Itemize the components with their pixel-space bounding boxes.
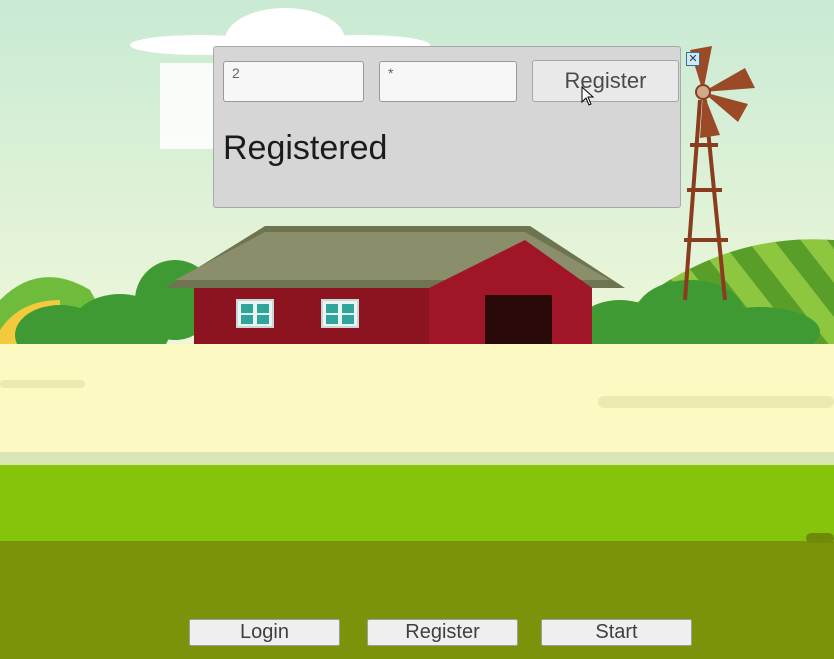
register-dialog: 2 * Register Registered xyxy=(213,46,681,208)
grass-strip xyxy=(0,465,834,542)
barn-door xyxy=(485,295,552,346)
mouse-pointer-icon xyxy=(581,86,595,106)
username-field[interactable]: 2 xyxy=(223,61,364,102)
sign-board xyxy=(160,63,216,149)
register-submit-button[interactable]: Register xyxy=(532,60,679,102)
start-button[interactable]: Start xyxy=(541,619,692,646)
close-icon[interactable]: ✕ xyxy=(686,52,700,66)
password-field[interactable]: * xyxy=(379,61,517,102)
status-message: Registered xyxy=(223,129,388,167)
close-glyph: ✕ xyxy=(688,52,698,65)
login-button[interactable]: Login xyxy=(189,619,340,646)
register-button[interactable]: Register xyxy=(367,619,518,646)
